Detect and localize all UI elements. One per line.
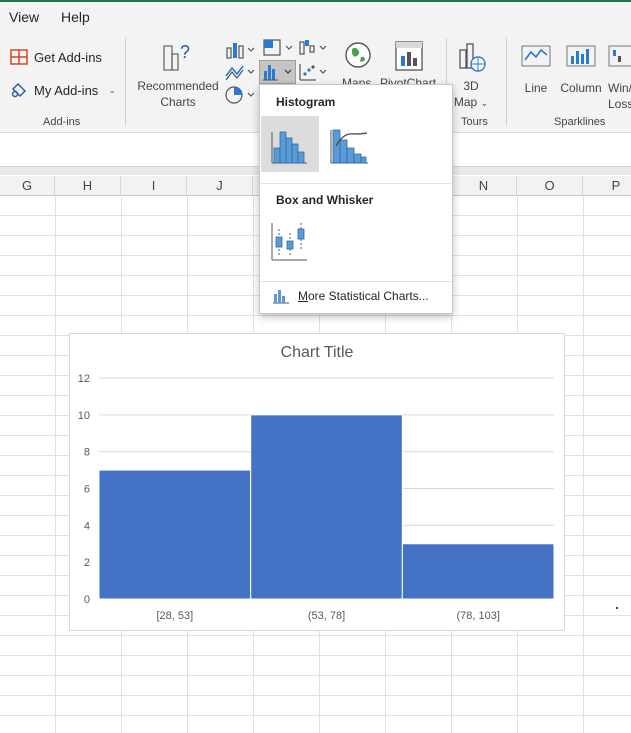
- 3d-map-icon: [459, 43, 486, 72]
- histogram-bar[interactable]: [98, 469, 252, 600]
- pareto-option[interactable]: [322, 116, 380, 172]
- menu-bar: View Help: [0, 2, 631, 32]
- 3d-map-label-2: Map ⌄: [450, 94, 492, 111]
- chevron-down-icon: ⌄: [480, 98, 489, 108]
- sparkline-winloss-label-1: Win/: [608, 81, 631, 95]
- box-whisker-option[interactable]: [261, 213, 319, 269]
- puzzle-icon: [11, 83, 26, 98]
- dropdown-separator: [260, 281, 452, 282]
- x-category-label: (78, 103]: [456, 610, 499, 622]
- menu-help[interactable]: Help: [61, 9, 90, 25]
- store-icon: [10, 49, 28, 65]
- 3d-map-label-text: Map: [453, 95, 478, 109]
- column-header-g[interactable]: G: [0, 176, 55, 196]
- statistic-chart-dropdown: Histogram Box and Whisker More Statistic…: [259, 84, 453, 314]
- sparkline-winloss-icon: [608, 45, 631, 67]
- recommended-charts-button[interactable]: ? Recommended Charts: [133, 40, 223, 110]
- sparkline-column-label: Column: [560, 81, 602, 95]
- histogram-heading: Histogram: [276, 95, 336, 109]
- ribbon-separator: [506, 38, 507, 126]
- histogram-option[interactable]: [261, 116, 319, 172]
- addins-group-label: Add-ins: [43, 116, 81, 128]
- more-statistical-charts-label: More Statistical Charts...: [298, 289, 429, 303]
- pie-chart-icon[interactable]: [224, 85, 258, 105]
- recommended-charts-label-2: Charts: [160, 95, 196, 109]
- y-tick-label: 12: [78, 373, 90, 385]
- chart-plot-area: 0 2 4 6 8 10 12 [28, 53] (53, 78] (78, 103]: [78, 373, 555, 622]
- box-whisker-icon: [271, 223, 307, 261]
- sparkline-winloss-button[interactable]: Win/ Loss: [608, 42, 631, 112]
- waterfall-chart-icon[interactable]: [298, 38, 332, 58]
- statistic-chart-icon: [273, 290, 289, 304]
- column-header-n[interactable]: N: [451, 176, 517, 196]
- pivotchart-icon[interactable]: [394, 40, 424, 72]
- my-addins-label: My Add-ins: [34, 82, 99, 98]
- sparkline-winloss-label-2: Loss: [608, 97, 631, 111]
- menu-view[interactable]: View: [9, 9, 39, 25]
- recommended-charts-icon: ?: [163, 42, 190, 71]
- pareto-icon: [330, 129, 368, 164]
- y-tick-label: 6: [84, 484, 90, 496]
- my-addins-button[interactable]: My Add-ins ⌄: [10, 81, 116, 99]
- sparkline-line-label: Line: [524, 81, 548, 95]
- histogram-chart[interactable]: Chart Title 0 2 4 6 8 10 12 [28, 53] (53, 78] (78…: [69, 333, 565, 631]
- sparklines-group-label: Sparklines: [554, 116, 606, 128]
- x-category-label: [28, 53]: [156, 610, 193, 622]
- column-header-p[interactable]: P: [583, 176, 631, 196]
- histogram-icon: [271, 131, 307, 164]
- column-header-o[interactable]: O: [517, 176, 583, 196]
- statistic-chart-icon: [263, 65, 292, 81]
- svg-text:?: ?: [180, 42, 190, 62]
- y-tick-label: 4: [84, 520, 90, 532]
- sparkline-line-button[interactable]: Line: [516, 42, 556, 96]
- ribbon-separator: [125, 38, 126, 126]
- 3d-map-button[interactable]: 3D Map ⌄: [450, 40, 492, 111]
- histogram-bar[interactable]: [250, 414, 403, 600]
- get-addins-button[interactable]: Get Add-ins: [10, 48, 102, 66]
- y-tick-label: 2: [84, 557, 90, 569]
- more-statistical-charts-text: ore Statistical Charts...: [308, 289, 429, 303]
- y-tick-label: 8: [84, 447, 90, 459]
- accelerator-key: M: [298, 289, 308, 303]
- recommended-charts-label-1: Recommended: [137, 79, 219, 93]
- statistic-chart-button[interactable]: [259, 60, 296, 84]
- box-whisker-heading: Box and Whisker: [276, 193, 374, 207]
- y-tick-label: 0: [84, 594, 90, 606]
- y-tick-label: 10: [78, 410, 90, 422]
- tours-group-label: Tours: [461, 116, 488, 128]
- selection-dot: [616, 607, 618, 609]
- sparkline-column-icon: [566, 45, 596, 67]
- line-chart-icon[interactable]: [224, 62, 258, 82]
- column-header-h[interactable]: H: [55, 176, 121, 196]
- histogram-bar[interactable]: [401, 543, 555, 600]
- more-statistical-charts-item[interactable]: More Statistical Charts...: [272, 288, 429, 304]
- column-header-j[interactable]: J: [187, 176, 253, 196]
- chevron-down-icon[interactable]: ⌄: [108, 85, 116, 96]
- dropdown-separator: [260, 183, 452, 184]
- sparkline-line-icon: [521, 45, 551, 67]
- sparkline-column-button[interactable]: Column: [558, 42, 604, 96]
- scatter-chart-icon[interactable]: [298, 62, 332, 82]
- globe-icon[interactable]: [343, 40, 373, 70]
- get-addins-label: Get Add-ins: [34, 49, 102, 65]
- column-chart-icon[interactable]: [224, 40, 258, 60]
- hierarchy-chart-icon[interactable]: [262, 38, 296, 58]
- 3d-map-label-1: 3D: [463, 79, 479, 93]
- column-header-i[interactable]: I: [121, 176, 187, 196]
- x-category-label: (53, 78]: [308, 610, 345, 622]
